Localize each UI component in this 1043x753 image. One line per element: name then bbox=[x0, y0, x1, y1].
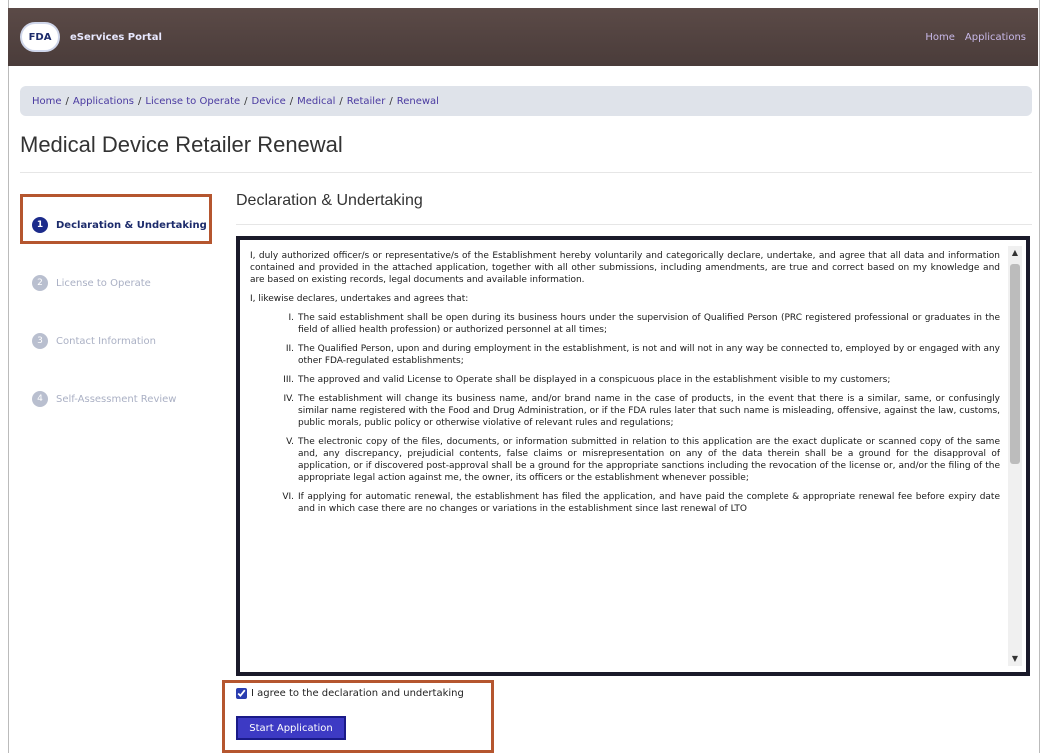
breadcrumb-home[interactable]: Home bbox=[32, 96, 62, 107]
item-text: The Qualified Person, upon and during em… bbox=[298, 344, 1000, 366]
step-self-assessment[interactable]: 4 Self-Assessment Review bbox=[20, 370, 210, 428]
item-text: The establishment will change its busine… bbox=[298, 394, 1000, 428]
breadcrumb-renewal: Renewal bbox=[396, 95, 439, 107]
item-number: I. bbox=[288, 313, 294, 323]
scroll-up-arrow-icon[interactable]: ▲ bbox=[1008, 246, 1022, 260]
list-item: V. The electronic copy of the files, docu… bbox=[270, 436, 1000, 484]
step-number-3: 3 bbox=[32, 333, 48, 349]
declaration-text: I, duly authorized officer/s or represen… bbox=[250, 250, 1000, 666]
top-nav: Home Applications bbox=[925, 32, 1026, 43]
item-number: VI. bbox=[282, 492, 294, 502]
item-number: III. bbox=[283, 375, 294, 385]
breadcrumb-medical[interactable]: Medical bbox=[297, 96, 335, 107]
breadcrumb-retailer[interactable]: Retailer bbox=[347, 96, 386, 107]
list-item: III. The approved and valid License to Op… bbox=[270, 374, 1000, 386]
nav-applications-link[interactable]: Applications bbox=[965, 32, 1026, 43]
step-contact[interactable]: 3 Contact Information bbox=[20, 312, 210, 370]
declaration-textbox[interactable]: I, duly authorized officer/s or represen… bbox=[236, 236, 1030, 676]
top-navbar: FDA eServices Portal Home Applications bbox=[8, 8, 1038, 66]
step-label: License to Operate bbox=[56, 277, 151, 289]
page-title: Medical Device Retailer Renewal bbox=[20, 132, 343, 157]
list-item: IV. The establishment will change its bus… bbox=[270, 393, 1000, 429]
title-divider bbox=[20, 172, 1032, 173]
brand-name[interactable]: eServices Portal bbox=[70, 32, 162, 43]
item-number: II. bbox=[285, 344, 294, 354]
section-title: Declaration & Undertaking bbox=[236, 192, 423, 209]
step-number-4: 4 bbox=[32, 391, 48, 407]
nav-home-link[interactable]: Home bbox=[925, 32, 955, 43]
list-item: II. The Qualified Person, upon and during… bbox=[270, 343, 1000, 367]
step-label: Self-Assessment Review bbox=[56, 393, 177, 405]
step-number-2: 2 bbox=[32, 275, 48, 291]
declaration-intro: I, duly authorized officer/s or represen… bbox=[250, 251, 1000, 285]
breadcrumb: Home / Applications / License to Operate / … bbox=[20, 86, 1032, 116]
item-text: The approved and valid License to Operat… bbox=[298, 375, 891, 385]
list-item: VI. If applying for automatic renewal, th… bbox=[270, 491, 1000, 515]
step-label: Contact Information bbox=[56, 335, 156, 347]
scroll-down-arrow-icon[interactable]: ▼ bbox=[1008, 652, 1022, 666]
agree-highlight-box bbox=[222, 680, 494, 753]
declaration-lead: I, likewise declares, undertakes and agr… bbox=[250, 294, 469, 304]
item-number: IV. bbox=[283, 394, 294, 404]
step-highlight-box bbox=[20, 194, 212, 244]
breadcrumb-license[interactable]: License to Operate bbox=[145, 96, 240, 107]
scroll-thumb[interactable] bbox=[1010, 264, 1020, 464]
section-divider bbox=[236, 224, 1032, 225]
item-number: V. bbox=[286, 437, 294, 447]
item-text: The electronic copy of the files, docume… bbox=[298, 437, 1000, 483]
breadcrumb-applications[interactable]: Applications bbox=[73, 96, 134, 107]
item-text: If applying for automatic renewal, the e… bbox=[298, 492, 1000, 514]
step-license[interactable]: 2 License to Operate bbox=[20, 254, 210, 312]
breadcrumb-device[interactable]: Device bbox=[252, 96, 286, 107]
declaration-scrollbar[interactable]: ▲ ▼ bbox=[1008, 246, 1022, 666]
fda-logo[interactable]: FDA bbox=[20, 22, 60, 52]
list-item: I. The said establishment shall be open d… bbox=[270, 312, 1000, 336]
declaration-list: I. The said establishment shall be open d… bbox=[250, 312, 1000, 515]
item-text: The said establishment shall be open dur… bbox=[298, 313, 1000, 335]
